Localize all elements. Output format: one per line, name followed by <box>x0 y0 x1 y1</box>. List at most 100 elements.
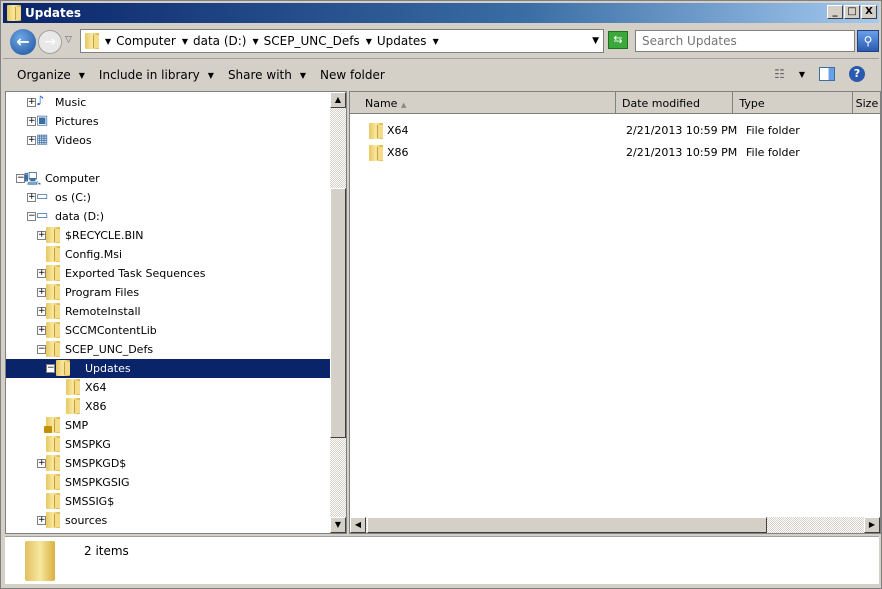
tree-item[interactable]: X64 <box>6 378 332 397</box>
tree-item[interactable]: − Updates <box>6 359 332 378</box>
maximize-button[interactable]: □ <box>844 5 860 19</box>
view-dropdown-icon[interactable]: ▼ <box>799 70 805 79</box>
scroll-thumb[interactable] <box>367 517 767 533</box>
tree-item[interactable]: SMSSIG$ <box>6 492 332 511</box>
expand-icon[interactable]: + <box>27 136 36 145</box>
search-icon[interactable]: ⚲ <box>857 30 879 52</box>
file-list-pane: Name ▲ Date modified Type Size X64 2/21/2… <box>349 91 881 534</box>
collapse-icon[interactable]: − <box>46 364 55 373</box>
organize-label: Organize <box>17 68 71 82</box>
window-title: Updates <box>25 6 82 20</box>
expand-icon[interactable]: + <box>27 193 36 202</box>
breadcrumb-scep-unc-defs[interactable]: ▼ SCEP_UNC_Defs <box>252 34 359 48</box>
folder-icon <box>46 512 60 528</box>
file-row[interactable]: X64 2/21/2013 10:59 PM File folder <box>350 120 862 142</box>
scroll-down-button[interactable]: ▼ <box>330 517 346 533</box>
forward-button[interactable]: → <box>38 30 62 54</box>
expand-icon[interactable]: + <box>37 326 46 335</box>
column-name[interactable]: Name ▲ <box>350 92 616 114</box>
breadcrumb-updates[interactable]: ▼ Updates ▼ <box>366 34 444 48</box>
expand-icon[interactable]: + <box>37 288 46 297</box>
expand-icon[interactable]: + <box>37 516 46 525</box>
crumb-label: Computer <box>116 34 176 48</box>
expand-icon[interactable]: + <box>27 98 36 107</box>
organize-button[interactable]: Organize ▼ <box>17 68 85 82</box>
tree-item[interactable]: + SMSPKGD$ <box>6 454 332 473</box>
folder-icon <box>46 246 60 262</box>
folder-icon <box>46 341 60 357</box>
tree-item[interactable]: + ▣ Pictures <box>6 112 332 131</box>
tree-item[interactable]: − ▭ data (D:) <box>6 207 332 226</box>
tree-item[interactable]: SMP <box>6 416 332 435</box>
file-date: 2/21/2013 10:59 PM <box>626 146 738 159</box>
scroll-left-button[interactable]: ◀ <box>350 517 366 533</box>
tree-item-label: Updates <box>85 362 131 375</box>
folder-icon <box>46 284 60 300</box>
close-button[interactable]: X <box>861 5 877 19</box>
column-size[interactable]: Size <box>853 92 880 114</box>
tree-item-label: SCCMContentLib <box>65 324 157 337</box>
nav-vertical-scrollbar[interactable]: ▲ ▼ <box>330 92 346 533</box>
column-label: Type <box>739 97 765 110</box>
tree-item[interactable]: − 🖳 Computer <box>6 169 332 188</box>
tree-item-label: RemoteInstall <box>65 305 141 318</box>
collapse-icon[interactable]: − <box>37 345 46 354</box>
tree-item[interactable]: − SCEP_UNC_Defs <box>6 340 332 359</box>
expand-icon[interactable]: + <box>37 307 46 316</box>
tree-item-label: Config.Msi <box>65 248 123 261</box>
new-folder-button[interactable]: New folder <box>320 68 385 82</box>
column-type[interactable]: Type <box>733 92 853 114</box>
file-row[interactable]: X86 2/21/2013 10:59 PM File folder <box>350 142 862 164</box>
tree-item[interactable]: + ▦ Videos <box>6 131 332 150</box>
tree-item[interactable]: + Exported Task Sequences <box>6 264 332 283</box>
history-dropdown-icon[interactable]: ▽ <box>65 35 72 45</box>
scroll-thumb[interactable] <box>330 188 346 438</box>
tree-item[interactable]: X86 <box>6 397 332 416</box>
expand-icon[interactable]: + <box>37 459 46 468</box>
back-button[interactable]: ← <box>10 29 36 55</box>
tree-item[interactable]: + RemoteInstall <box>6 302 332 321</box>
column-headers: Name ▲ Date modified Type Size <box>350 92 880 114</box>
file-type: File folder <box>746 124 800 137</box>
folder-icon <box>46 303 60 319</box>
address-row: ← → ▽ ▼ Computer ▼ data (D:) ▼ SCEP_UNC_Def… <box>3 25 879 59</box>
tree-item-label: X64 <box>85 381 107 394</box>
address-dropdown-icon[interactable]: ▼ <box>592 36 599 46</box>
crumb-label: SCEP_UNC_Defs <box>263 34 360 48</box>
expand-icon[interactable]: + <box>37 269 46 278</box>
column-date-modified[interactable]: Date modified <box>616 92 734 114</box>
column-label: Date modified <box>621 97 700 110</box>
share-with-button[interactable]: Share with ▼ <box>228 68 306 82</box>
breadcrumb-data-d[interactable]: ▼ data (D:) <box>182 34 247 48</box>
preview-pane-icon[interactable] <box>819 67 835 81</box>
address-bar[interactable]: ▼ Computer ▼ data (D:) ▼ SCEP_UNC_Defs ▼ Upd… <box>80 29 604 53</box>
file-type: File folder <box>746 146 800 159</box>
tree-item[interactable]: + sources <box>6 511 332 530</box>
tree-item[interactable]: SMSPKGSIG <box>6 473 332 492</box>
tree-item[interactable]: + Program Files <box>6 283 332 302</box>
scroll-right-button[interactable]: ▶ <box>864 517 880 533</box>
view-details-icon[interactable]: ☷ <box>774 67 785 81</box>
collapse-icon[interactable]: − <box>27 212 36 221</box>
expand-icon[interactable]: + <box>27 117 36 126</box>
tree-item[interactable]: + ♪ Music <box>6 93 332 112</box>
tree-item[interactable]: + ▭ os (C:) <box>6 188 332 207</box>
title-bar: Updates _ □ X <box>3 3 879 23</box>
help-icon[interactable]: ? <box>849 66 865 82</box>
breadcrumb-computer[interactable]: ▼ Computer <box>105 34 176 48</box>
file-name: X64 <box>387 124 409 137</box>
expand-icon[interactable]: + <box>37 231 46 240</box>
refresh-button[interactable]: ⇆ <box>608 31 628 49</box>
new-folder-label: New folder <box>320 68 385 82</box>
tree-item-label: os (C:) <box>55 191 91 204</box>
main-horizontal-scrollbar[interactable]: ◀ ▶ <box>350 517 880 533</box>
tree-item[interactable]: + SCCMContentLib <box>6 321 332 340</box>
tree-item[interactable]: Config.Msi <box>6 245 332 264</box>
tree-item[interactable]: + $RECYCLE.BIN <box>6 226 332 245</box>
search-input[interactable] <box>635 30 855 52</box>
minimize-button[interactable]: _ <box>827 5 843 19</box>
tree-item-label: Videos <box>55 134 92 147</box>
tree-item[interactable]: SMSPKG <box>6 435 332 454</box>
include-in-library-button[interactable]: Include in library ▼ <box>99 68 214 82</box>
scroll-up-button[interactable]: ▲ <box>330 92 346 108</box>
